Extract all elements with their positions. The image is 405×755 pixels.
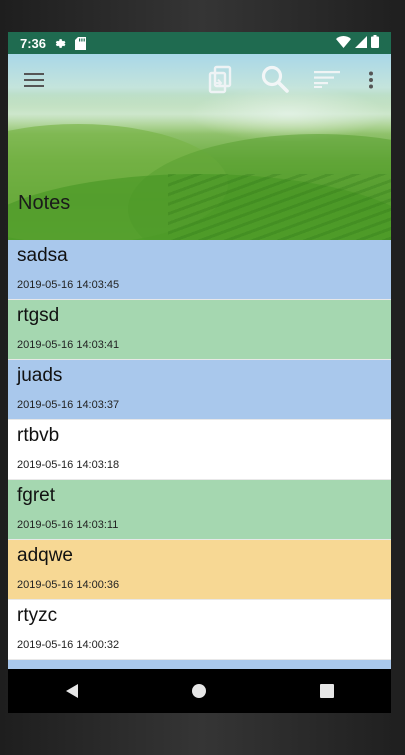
cell-signal-icon <box>355 35 367 51</box>
navigation-bar <box>8 669 391 713</box>
header-banner: Notes <box>8 54 391 240</box>
note-item[interactable]: adqwe 2019-05-16 14:00:36 <box>8 540 391 600</box>
note-item[interactable]: rtbvb 2019-05-16 14:03:18 <box>8 420 391 480</box>
note-title: rtyzc <box>17 605 58 626</box>
notes-list[interactable]: sadsa 2019-05-16 14:03:45 rtgsd 2019-05-… <box>8 240 391 669</box>
battery-icon <box>371 35 379 51</box>
note-item[interactable]: juads 2019-05-16 14:03:37 <box>8 360 391 420</box>
note-title: adqwe <box>17 545 73 566</box>
note-date: 2019-05-16 14:03:37 <box>17 399 120 411</box>
note-date: 2019-05-16 14:03:18 <box>17 459 120 471</box>
recents-icon <box>320 684 335 698</box>
sd-card-icon <box>75 36 87 50</box>
note-title: rtbvb <box>17 425 60 446</box>
app-screen: 7:36 Notes sadsa 2019-05-16 14:03:45 rtg… <box>8 32 391 713</box>
wifi-icon <box>336 35 351 51</box>
note-date: 2019-05-16 14:03:45 <box>17 279 120 291</box>
note-item[interactable]: rtyzc 2019-05-16 14:00:32 <box>8 600 391 660</box>
menu-button[interactable] <box>20 66 48 94</box>
back-button[interactable] <box>52 671 92 711</box>
note-title: fgret <box>17 485 56 506</box>
home-icon <box>192 684 207 698</box>
status-icons-right <box>336 35 379 51</box>
note-date: 2019-05-16 14:03:41 <box>17 339 120 351</box>
device-frame: 7:36 Notes sadsa 2019-05-16 14:03:45 rtg… <box>0 0 405 755</box>
status-bar: 7:36 <box>8 32 391 54</box>
note-item[interactable]: fgret 2019-05-16 14:03:11 <box>8 480 391 540</box>
note-title: rtgsd <box>17 305 60 326</box>
export-button[interactable] <box>204 62 238 96</box>
settings-icon <box>54 37 67 50</box>
note-date: 2019-05-16 14:00:36 <box>17 579 120 591</box>
note-date: 2019-05-16 14:00:32 <box>17 639 120 651</box>
note-item[interactable] <box>8 660 391 669</box>
note-title: juads <box>17 365 63 386</box>
search-button[interactable] <box>258 62 292 96</box>
note-item[interactable]: rtgsd 2019-05-16 14:03:41 <box>8 300 391 360</box>
home-button[interactable] <box>179 671 219 711</box>
note-item[interactable]: sadsa 2019-05-16 14:03:45 <box>8 240 391 300</box>
back-icon <box>65 684 78 698</box>
note-title: sadsa <box>17 245 68 266</box>
menu-icon <box>24 73 44 87</box>
more-vert-icon <box>369 71 373 89</box>
sort-button[interactable] <box>312 64 342 94</box>
page-title: Notes <box>18 192 71 214</box>
recents-button[interactable] <box>307 671 347 711</box>
more-options-button[interactable] <box>362 66 380 94</box>
sort-icon <box>314 71 340 88</box>
search-icon <box>261 65 289 93</box>
export-icon <box>208 65 232 94</box>
status-time: 7:36 <box>20 35 47 51</box>
note-date: 2019-05-16 14:03:11 <box>17 519 119 531</box>
